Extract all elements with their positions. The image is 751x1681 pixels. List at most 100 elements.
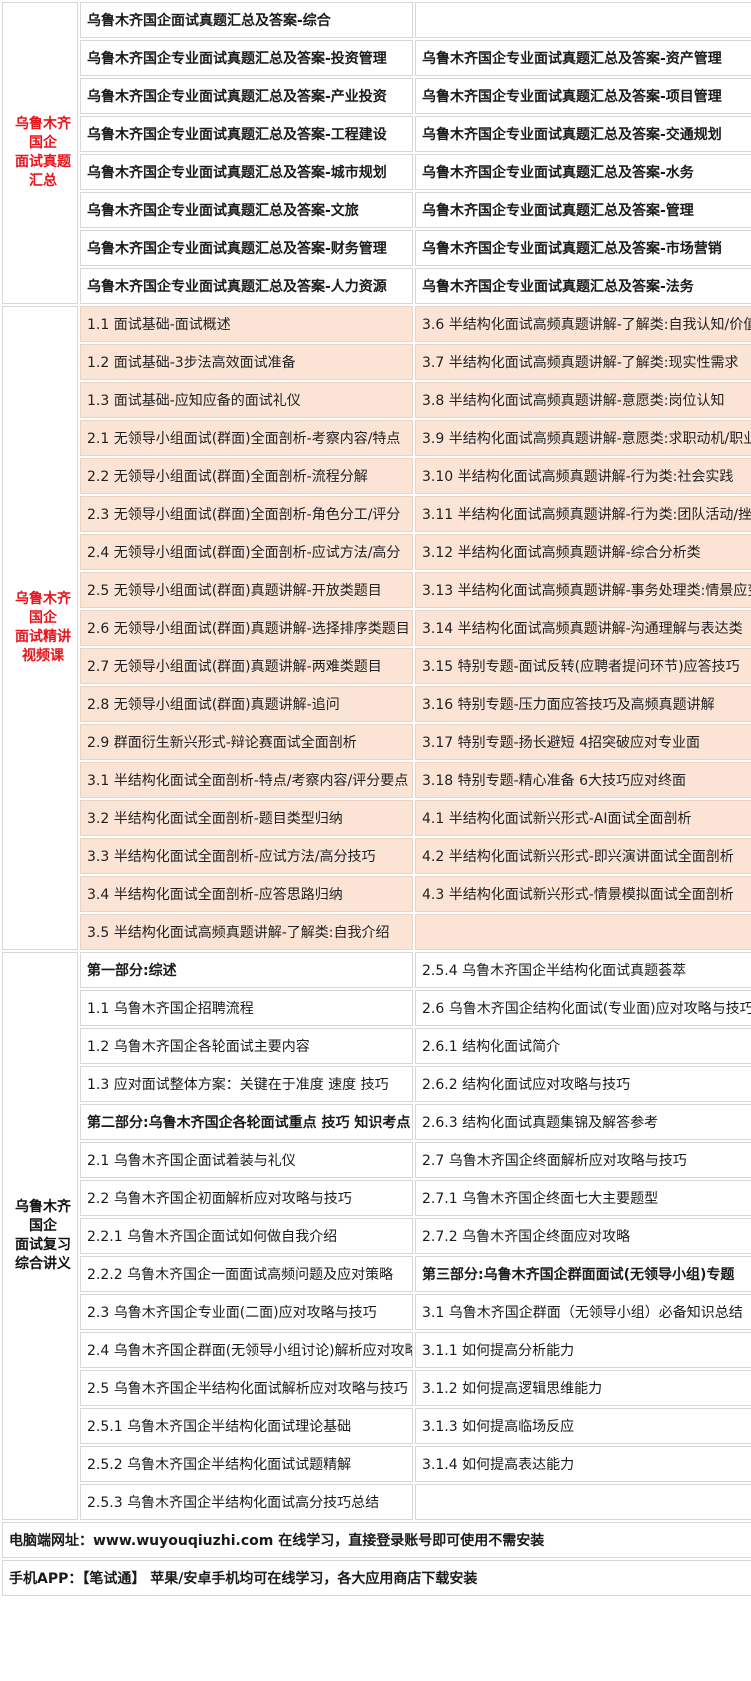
catalog-item-link[interactable]: 2.2.2 乌鲁木齐国企一面面试高频问题及应对策略 [80, 1256, 413, 1292]
catalog-item-link[interactable]: 2.8 无领导小组面试(群面)真题讲解-追问 [80, 686, 413, 722]
catalog-item-link[interactable]: 2.2 乌鲁木齐国企初面解析应对攻略与技巧 [80, 1180, 413, 1216]
catalog-item-link[interactable]: 3.18 特别专题-精心准备 6大技巧应对终面 [415, 762, 751, 798]
catalog-item-link[interactable]: 3.1.4 如何提高表达能力 [415, 1446, 751, 1482]
catalog-item-link[interactable]: 3.11 半结构化面试高频真题讲解-行为类:团队活动/挫折经历 [415, 496, 751, 532]
catalog-item-link[interactable]: 1.1 面试基础-面试概述 [80, 306, 413, 342]
catalog-item-link[interactable]: 2.5 无领导小组面试(群面)真题讲解-开放类题目 [80, 572, 413, 608]
catalog-item-link[interactable]: 乌鲁木齐国企专业面试真题汇总及答案-财务管理 [80, 230, 413, 266]
video-course-row: 3.3 半结构化面试全面剖析-应试方法/高分技巧 4.2 半结构化面试新兴形式-即… [2, 838, 751, 874]
footer-row: 电脑端网址：www.wuyouqiuzhi.com 在线学习，直接登录账号即可使… [2, 1522, 751, 1558]
catalog-item-link[interactable]: 3.2 半结构化面试全面剖析-题目类型归纳 [80, 800, 413, 836]
interview-questions-summary-row: 乌鲁木齐国企专业面试真题汇总及答案-工程建设 乌鲁木齐国企专业面试真题汇总及答案-… [2, 116, 751, 152]
video-course-row: 2.5 无领导小组面试(群面)真题讲解-开放类题目 3.13 半结构化面试高频真题… [2, 572, 751, 608]
catalog-item-link[interactable]: 1.3 面试基础-应知应备的面试礼仪 [80, 382, 413, 418]
catalog-item-link[interactable]: 3.5 半结构化面试高频真题讲解-了解类:自我介绍 [80, 914, 413, 950]
review-handout-row: 2.3 乌鲁木齐国企专业面(二面)应对攻略与技巧 3.1 乌鲁木齐国企群面（无领导… [2, 1294, 751, 1330]
interview-questions-summary-row: 乌鲁木齐国企专业面试真题汇总及答案-人力资源 乌鲁木齐国企专业面试真题汇总及答案-… [2, 268, 751, 304]
footer-row: 手机APP：【笔试通】 苹果/安卓手机均可在线学习，各大应用商店下载安装 [2, 1560, 751, 1596]
catalog-item-link[interactable]: 3.1 半结构化面试全面剖析-特点/考察内容/评分要点 [80, 762, 413, 798]
catalog-item-link[interactable]: 乌鲁木齐国企面试真题汇总及答案-综合 [80, 2, 413, 38]
catalog-item-link[interactable]: 2.7.1 乌鲁木齐国企终面七大主要题型 [415, 1180, 751, 1216]
catalog-item-link[interactable]: 3.17 特别专题-扬长避短 4招突破应对专业面 [415, 724, 751, 760]
catalog-item-link[interactable]: 3.1 乌鲁木齐国企群面（无领导小组）必备知识总结 [415, 1294, 751, 1330]
review-handout-row: 2.2 乌鲁木齐国企初面解析应对攻略与技巧 2.7.1 乌鲁木齐国企终面七大主要题… [2, 1180, 751, 1216]
catalog-item-link[interactable]: 3.14 半结构化面试高频真题讲解-沟通理解与表达类 [415, 610, 751, 646]
catalog-item-link[interactable]: 2.9 群面衍生新兴形式-辩论赛面试全面剖析 [80, 724, 413, 760]
catalog-item-link[interactable]: 乌鲁木齐国企专业面试真题汇总及答案-水务 [415, 154, 751, 190]
catalog-item-link[interactable]: 乌鲁木齐国企专业面试真题汇总及答案-市场营销 [415, 230, 751, 266]
catalog-item-link[interactable]: 1.1 乌鲁木齐国企招聘流程 [80, 990, 413, 1026]
catalog-item-link[interactable]: 2.5 乌鲁木齐国企半结构化面试解析应对攻略与技巧 [80, 1370, 413, 1406]
catalog-item-link[interactable]: 乌鲁木齐国企专业面试真题汇总及答案-城市规划 [80, 154, 413, 190]
catalog-item-link[interactable]: 2.7 无领导小组面试(群面)真题讲解-两难类题目 [80, 648, 413, 684]
catalog-item-link[interactable]: 2.5.4 乌鲁木齐国企半结构化面试真题荟萃 [415, 952, 751, 988]
catalog-item-link[interactable]: 乌鲁木齐国企专业面试真题汇总及答案-文旅 [80, 192, 413, 228]
catalog-item-link[interactable]: 3.8 半结构化面试高频真题讲解-意愿类:岗位认知 [415, 382, 751, 418]
catalog-item-link[interactable]: 2.6 乌鲁木齐国企结构化面试(专业面)应对攻略与技巧 [415, 990, 751, 1026]
catalog-item-link[interactable]: 2.7.2 乌鲁木齐国企终面应对攻略 [415, 1218, 751, 1254]
catalog-item-link[interactable]: 2.2.1 乌鲁木齐国企面试如何做自我介绍 [80, 1218, 413, 1254]
course-catalog: 乌鲁木齐 国企 面试真题 汇总 乌鲁木齐国企面试真题汇总及答案-综合 乌鲁木齐国企专业面试… [0, 0, 751, 1681]
catalog-item-link[interactable]: 乌鲁木齐国企专业面试真题汇总及答案-项目管理 [415, 78, 751, 114]
section-title-line: 综合讲义 [15, 1256, 71, 1272]
catalog-item-link[interactable]: 3.16 特别专题-压力面应答技巧及高频真题讲解 [415, 686, 751, 722]
catalog-item-link[interactable]: 3.10 半结构化面试高频真题讲解-行为类:社会实践 [415, 458, 751, 494]
catalog-item-link[interactable]: 2.6.1 结构化面试简介 [415, 1028, 751, 1064]
catalog-item-link[interactable]: 3.15 特别专题-面试反转(应聘者提问环节)应答技巧 [415, 648, 751, 684]
catalog-item-link[interactable]: 2.7 乌鲁木齐国企终面解析应对攻略与技巧 [415, 1142, 751, 1178]
catalog-item-link[interactable]: 3.9 半结构化面试高频真题讲解-意愿类:求职动机/职业规划 [415, 420, 751, 456]
catalog-item-link[interactable]: 2.3 乌鲁木齐国企专业面(二面)应对攻略与技巧 [80, 1294, 413, 1330]
section-title-line: 国企 [29, 135, 57, 151]
catalog-item-link[interactable]: 第二部分:乌鲁木齐国企各轮面试重点 技巧 知识考点 [80, 1104, 413, 1140]
empty-cell [415, 1484, 751, 1520]
catalog-item-link[interactable]: 乌鲁木齐国企专业面试真题汇总及答案-产业投资 [80, 78, 413, 114]
video-course-title: 乌鲁木齐 国企 面试精讲 视频课 [2, 306, 78, 950]
review-handout-row: 2.2.2 乌鲁木齐国企一面面试高频问题及应对策略 第三部分:乌鲁木齐国企群面面试… [2, 1256, 751, 1292]
catalog-item-link[interactable]: 1.2 乌鲁木齐国企各轮面试主要内容 [80, 1028, 413, 1064]
catalog-item-link[interactable]: 4.1 半结构化面试新兴形式-AI面试全面剖析 [415, 800, 751, 836]
catalog-item-link[interactable]: 3.1.3 如何提高临场反应 [415, 1408, 751, 1444]
catalog-item-link[interactable]: 乌鲁木齐国企专业面试真题汇总及答案-投资管理 [80, 40, 413, 76]
catalog-item-link[interactable]: 2.6.2 结构化面试应对攻略与技巧 [415, 1066, 751, 1102]
catalog-item-link[interactable]: 2.6 无领导小组面试(群面)真题讲解-选择排序类题目 [80, 610, 413, 646]
catalog-item-link[interactable]: 2.5.3 乌鲁木齐国企半结构化面试高分技巧总结 [80, 1484, 413, 1520]
catalog-item-link[interactable]: 2.1 乌鲁木齐国企面试着装与礼仪 [80, 1142, 413, 1178]
catalog-item-link[interactable]: 1.3 应对面试整体方案：关键在于准度 速度 技巧 [80, 1066, 413, 1102]
catalog-item-link[interactable]: 第一部分:综述 [80, 952, 413, 988]
catalog-item-link[interactable]: 2.5.2 乌鲁木齐国企半结构化面试试题精解 [80, 1446, 413, 1482]
catalog-item-link[interactable]: 第三部分:乌鲁木齐国企群面面试(无领导小组)专题 [415, 1256, 751, 1292]
catalog-item-link[interactable]: 2.5.1 乌鲁木齐国企半结构化面试理论基础 [80, 1408, 413, 1444]
catalog-item-link[interactable]: 3.7 半结构化面试高频真题讲解-了解类:现实性需求 [415, 344, 751, 380]
catalog-item-link[interactable]: 乌鲁木齐国企专业面试真题汇总及答案-法务 [415, 268, 751, 304]
interview-questions-summary-row: 乌鲁木齐国企专业面试真题汇总及答案-投资管理 乌鲁木齐国企专业面试真题汇总及答案-… [2, 40, 751, 76]
catalog-item-link[interactable]: 乌鲁木齐国企专业面试真题汇总及答案-管理 [415, 192, 751, 228]
catalog-item-link[interactable]: 2.2 无领导小组面试(群面)全面剖析-流程分解 [80, 458, 413, 494]
catalog-item-link[interactable]: 3.6 半结构化面试高频真题讲解-了解类:自我认知/价值观 [415, 306, 751, 342]
review-handout-row: 1.1 乌鲁木齐国企招聘流程 2.6 乌鲁木齐国企结构化面试(专业面)应对攻略与技… [2, 990, 751, 1026]
review-handout-title: 乌鲁木齐 国企 面试复习 综合讲义 [2, 952, 78, 1520]
catalog-item-link[interactable]: 乌鲁木齐国企专业面试真题汇总及答案-人力资源 [80, 268, 413, 304]
catalog-item-link[interactable]: 1.2 面试基础-3步法高效面试准备 [80, 344, 413, 380]
catalog-item-link[interactable]: 3.1.1 如何提高分析能力 [415, 1332, 751, 1368]
catalog-item-link[interactable]: 3.1.2 如何提高逻辑思维能力 [415, 1370, 751, 1406]
catalog-item-link[interactable]: 2.6.3 结构化面试真题集锦及解答参考 [415, 1104, 751, 1140]
catalog-item-link[interactable]: 4.2 半结构化面试新兴形式-即兴演讲面试全面剖析 [415, 838, 751, 874]
catalog-item-link[interactable]: 3.12 半结构化面试高频真题讲解-综合分析类 [415, 534, 751, 570]
catalog-item-link[interactable]: 2.4 无领导小组面试(群面)全面剖析-应试方法/高分 [80, 534, 413, 570]
catalog-item-link[interactable]: 2.1 无领导小组面试(群面)全面剖析-考察内容/特点 [80, 420, 413, 456]
catalog-item-link[interactable]: 3.13 半结构化面试高频真题讲解-事务处理类:情景应变 [415, 572, 751, 608]
catalog-item-link[interactable]: 2.3 无领导小组面试(群面)全面剖析-角色分工/评分 [80, 496, 413, 532]
video-course-row: 2.6 无领导小组面试(群面)真题讲解-选择排序类题目 3.14 半结构化面试高频… [2, 610, 751, 646]
review-handout-row: 2.2.1 乌鲁木齐国企面试如何做自我介绍 2.7.2 乌鲁木齐国企终面应对攻略 [2, 1218, 751, 1254]
catalog-item-link[interactable]: 乌鲁木齐国企专业面试真题汇总及答案-资产管理 [415, 40, 751, 76]
catalog-table: 乌鲁木齐 国企 面试真题 汇总 乌鲁木齐国企面试真题汇总及答案-综合 乌鲁木齐国企专业面试… [0, 0, 751, 1598]
review-handout-row: 2.4 乌鲁木齐国企群面(无领导小组讨论)解析应对攻略 3.1.1 如何提高分析能… [2, 1332, 751, 1368]
section-title-line: 乌鲁木齐 [15, 116, 71, 132]
video-course-row: 1.3 面试基础-应知应备的面试礼仪 3.8 半结构化面试高频真题讲解-意愿类:岗… [2, 382, 751, 418]
catalog-item-link[interactable]: 3.3 半结构化面试全面剖析-应试方法/高分技巧 [80, 838, 413, 874]
catalog-item-link[interactable]: 乌鲁木齐国企专业面试真题汇总及答案-工程建设 [80, 116, 413, 152]
catalog-item-link[interactable]: 乌鲁木齐国企专业面试真题汇总及答案-交通规划 [415, 116, 751, 152]
catalog-item-link[interactable]: 4.3 半结构化面试新兴形式-情景模拟面试全面剖析 [415, 876, 751, 912]
catalog-item-link[interactable]: 3.4 半结构化面试全面剖析-应答思路归纳 [80, 876, 413, 912]
catalog-item-link[interactable]: 2.4 乌鲁木齐国企群面(无领导小组讨论)解析应对攻略 [80, 1332, 413, 1368]
